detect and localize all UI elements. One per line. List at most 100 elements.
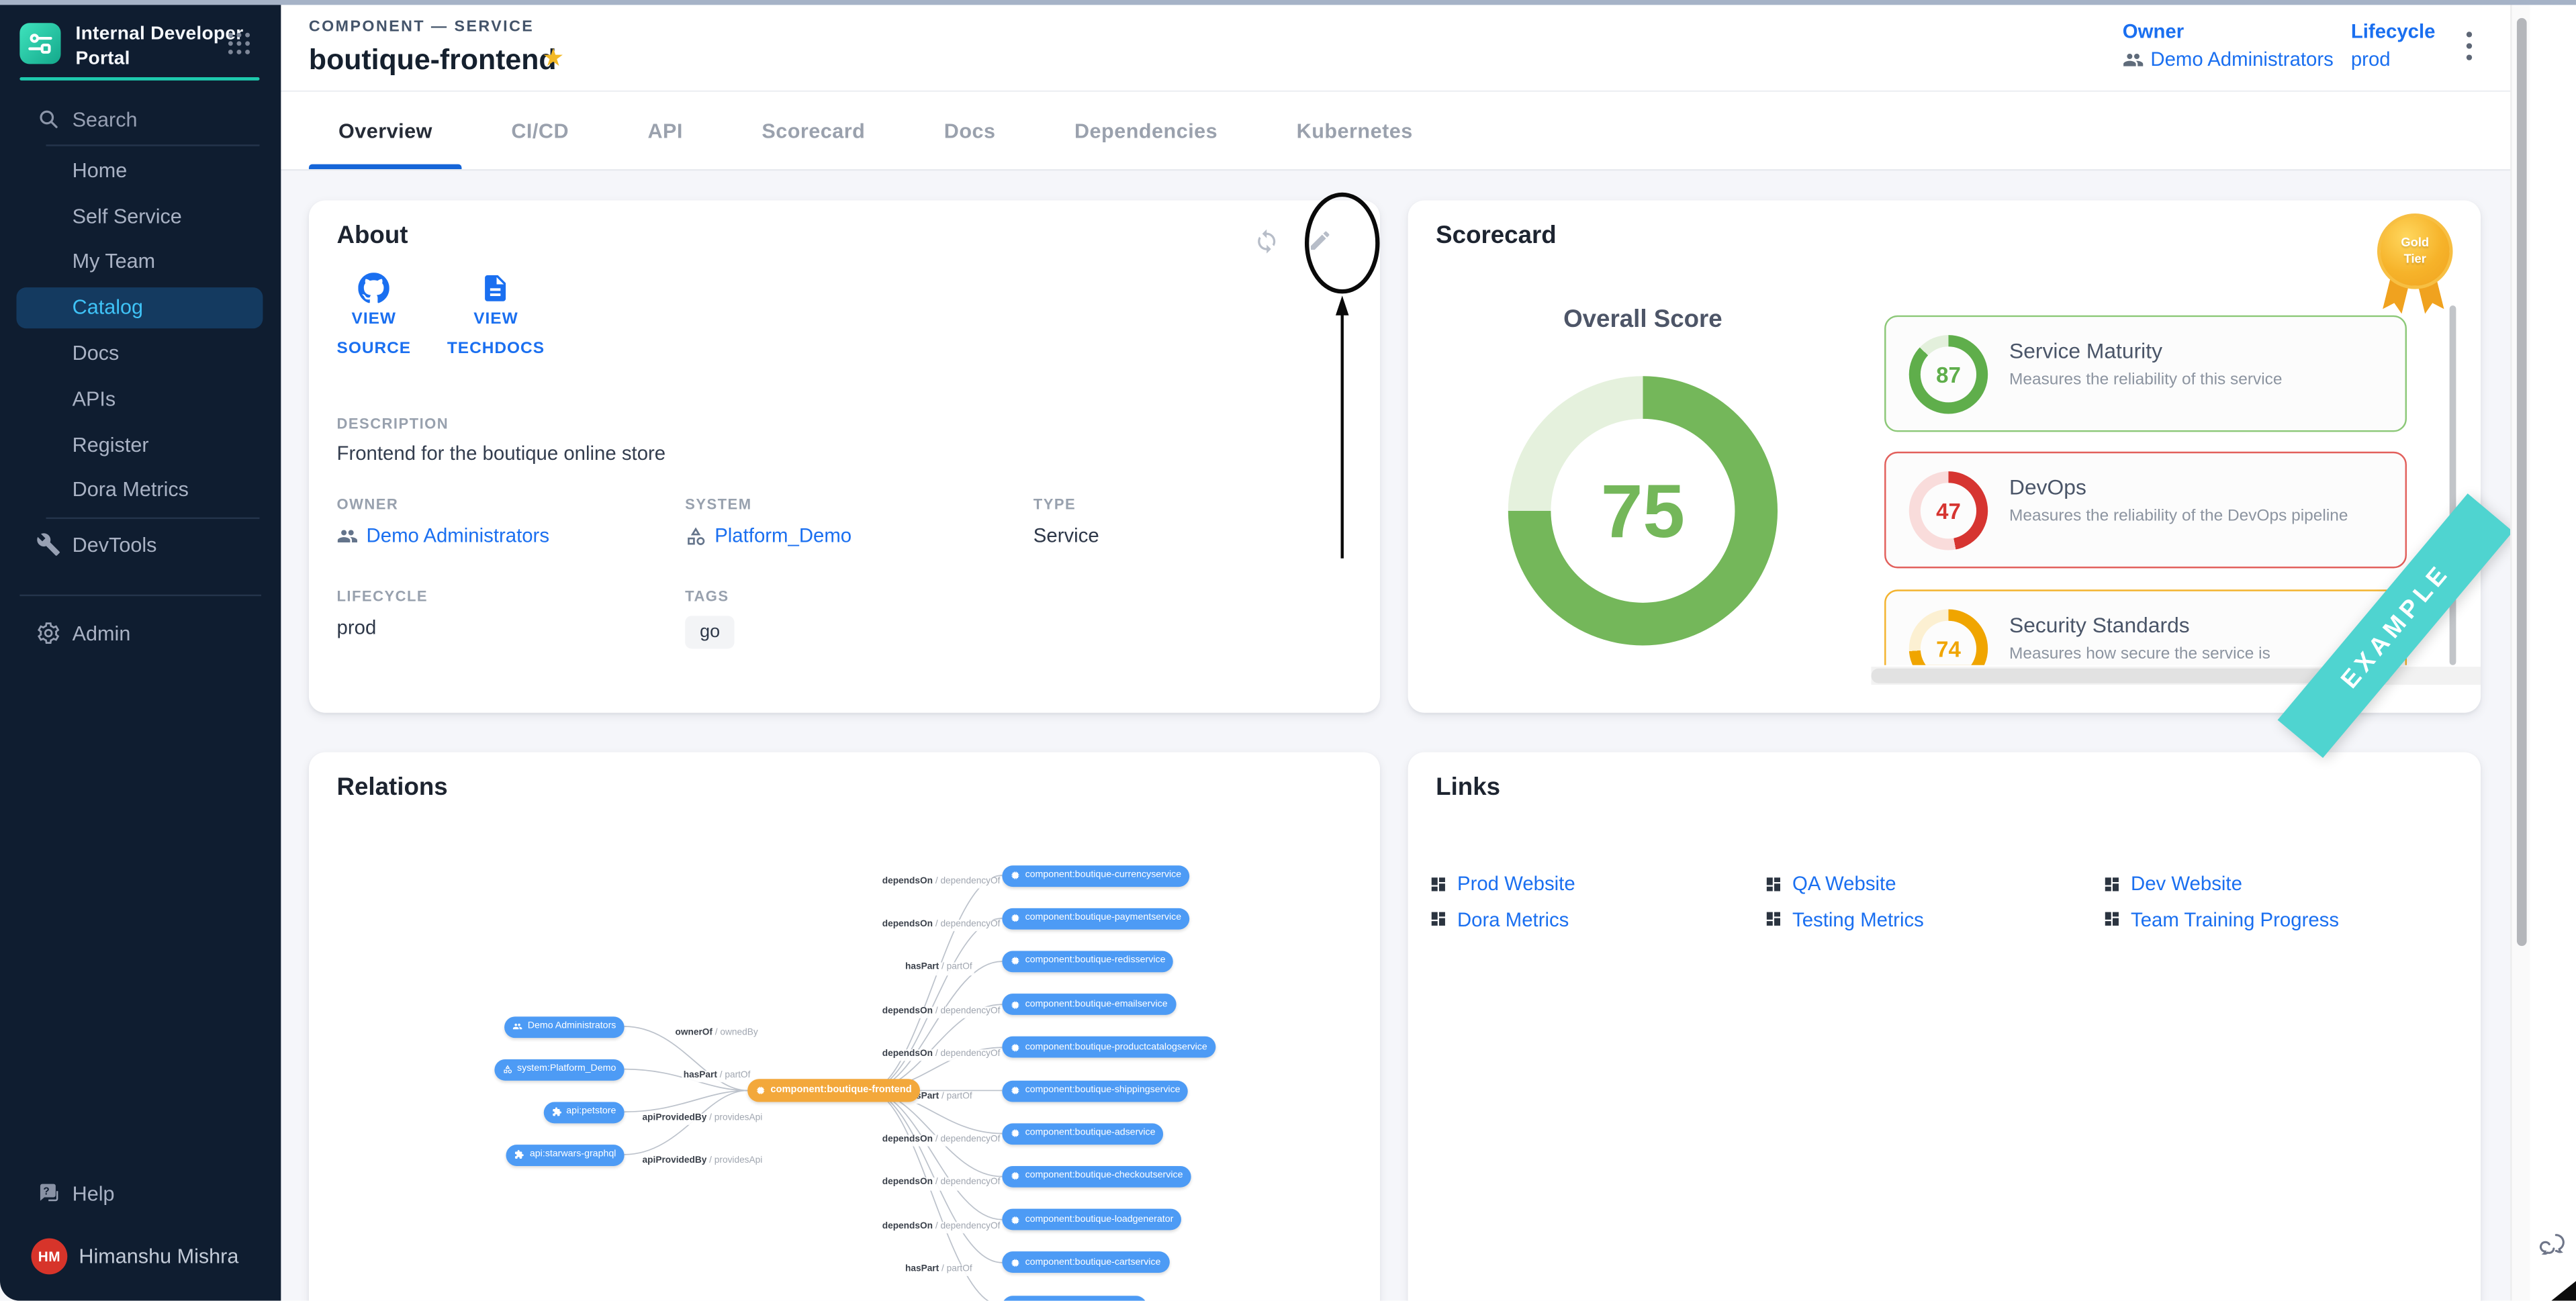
sidebar-item-help[interactable]: ? Help	[0, 1171, 281, 1215]
field-label: SYSTEM	[685, 496, 1033, 512]
description-label: DESCRIPTION	[337, 416, 449, 432]
metric-ring: 87	[1909, 335, 1988, 414]
graph-node-system-platform-demo[interactable]: system:Platform_Demo	[494, 1059, 625, 1080]
graph-node-api-starwars-graphql[interactable]: api:starwars-graphql	[507, 1144, 625, 1165]
graph-node-component-boutique-loadgenerator[interactable]: component:boutique-loadgenerator	[1002, 1209, 1181, 1231]
field-value: prod	[337, 616, 686, 638]
tab-api[interactable]: API	[618, 92, 712, 169]
sidebar-item-dora-metrics[interactable]: Dora Metrics	[0, 467, 281, 513]
tag-chip[interactable]: go	[685, 616, 735, 648]
sidebar-user[interactable]: HM Himanshu Mishra	[0, 1235, 281, 1278]
lifecycle-value: prod	[2351, 48, 2391, 70]
owner-label: Owner	[2123, 19, 2334, 42]
chip-icon	[1011, 871, 1021, 881]
sidebar-item-apis[interactable]: APIs	[0, 376, 281, 422]
sidebar-item-admin[interactable]: Admin	[0, 611, 281, 655]
chip-icon	[1011, 1214, 1021, 1224]
field-value[interactable]: Demo Administrators	[337, 524, 686, 546]
metric-card-security-standards: 74Security StandardsMeasures how secure …	[1884, 589, 2407, 665]
scorecard-title: Scorecard	[1436, 222, 1557, 250]
sidebar-item-my-team[interactable]: My Team	[0, 239, 281, 285]
link-label: Dora Metrics	[1457, 908, 1569, 930]
link-dev-website[interactable]: Dev Website	[2103, 872, 2242, 895]
chip-icon	[1011, 1128, 1021, 1139]
graph-node-component-boutique-productcatalogservice[interactable]: component:boutique-productcatalogservice	[1002, 1037, 1215, 1058]
metric-score: 74	[1909, 610, 1988, 665]
dashboard-icon	[2103, 910, 2121, 928]
kebab-menu-icon[interactable]	[2465, 30, 2487, 62]
graph-node-component-boutique-adservice[interactable]: component:boutique-adservice	[1002, 1123, 1163, 1145]
about-title: About	[337, 222, 408, 250]
screen: Internal Developer Portal Search Home Sel…	[0, 0, 2576, 1301]
graph-node-component-boutique-redisservice[interactable]: component:boutique-redisservice	[1002, 951, 1173, 972]
field-text: Platform_Demo	[715, 524, 852, 546]
edit-pencil-icon[interactable]	[1307, 228, 1334, 254]
owner-link[interactable]: Demo Administrators	[2123, 48, 2334, 70]
about-field-lifecycle: LIFECYCLEprod	[337, 588, 686, 649]
sidebar-item-home[interactable]: Home	[0, 148, 281, 193]
tab-overview[interactable]: Overview	[309, 92, 462, 169]
tab-ci-cd[interactable]: CI/CD	[481, 92, 598, 169]
brand-accent-divider	[19, 77, 259, 81]
scorecard-card: Scorecard GoldTier Overall Score 75 87Se…	[1408, 200, 2481, 712]
description-value: Frontend for the boutique online store	[337, 442, 666, 465]
graph-node-component-boutique-cartservice[interactable]: component:boutique-cartservice	[1002, 1252, 1168, 1273]
graph-node-label: system:Platform_Demo	[517, 1064, 616, 1074]
sidebar-item-devtools[interactable]: DevTools	[0, 522, 281, 567]
links-card: Links Prod WebsiteQA WebsiteDev WebsiteD…	[1408, 752, 2481, 1301]
field-text: Service	[1033, 524, 1099, 546]
relation-edge-label: hasPart / partOf	[904, 1264, 974, 1276]
field-value[interactable]: Platform_Demo	[685, 524, 1033, 546]
quick-link-techdocs[interactable]: VIEWTECHDOCS	[447, 273, 545, 361]
graph-node-api-petstore[interactable]: api:petstore	[543, 1101, 625, 1122]
graph-node-partial[interactable]	[1002, 1295, 1146, 1301]
tab-scorecard[interactable]: Scorecard	[732, 92, 894, 169]
link-team-training-progress[interactable]: Team Training Progress	[2103, 908, 2339, 930]
relation-edge-label: ownerOf / ownedBy	[674, 1028, 760, 1040]
link-prod-website[interactable]: Prod Website	[1429, 872, 1575, 895]
brand-logo[interactable]: Internal Developer Portal	[19, 23, 243, 72]
about-quick-links: VIEWSOURCE VIEWTECHDOCS	[337, 273, 545, 361]
sidebar-item-label: Self Service	[73, 205, 182, 228]
sidebar-item-label: Help	[73, 1182, 115, 1204]
link-testing-metrics[interactable]: Testing Metrics	[1764, 908, 1923, 930]
star-icon[interactable]: ★	[542, 43, 564, 73]
tab-kubernetes[interactable]: Kubernetes	[1267, 92, 1442, 169]
gear-icon	[36, 621, 61, 646]
tab-docs[interactable]: Docs	[915, 92, 1025, 169]
graph-node-component-boutique-currencyservice[interactable]: component:boutique-currencyservice	[1002, 865, 1189, 886]
system-icon	[685, 525, 706, 546]
graph-node-component-boutique-emailservice[interactable]: component:boutique-emailservice	[1002, 994, 1176, 1015]
relation-edge-label: dependsOn / dependencyOf	[880, 1135, 1002, 1147]
metrics-vertical-scrollbar[interactable]	[2450, 305, 2456, 665]
sidebar-search[interactable]: Search	[0, 99, 281, 140]
metric-card-service-maturity: 87Service MaturityMeasures the reliabili…	[1884, 316, 2407, 432]
quick-link-source[interactable]: VIEWSOURCE	[337, 273, 412, 361]
link-dora-metrics[interactable]: Dora Metrics	[1429, 908, 1569, 930]
overall-score-value: 75	[1508, 376, 1778, 645]
link-qa-website[interactable]: QA Website	[1764, 872, 1896, 895]
refresh-icon[interactable]	[1254, 228, 1280, 254]
tab-dependencies[interactable]: Dependencies	[1045, 92, 1247, 169]
sidebar-item-docs[interactable]: Docs	[0, 330, 281, 376]
main-vertical-scrollbar[interactable]	[2510, 5, 2530, 1300]
sidebar-divider	[19, 595, 261, 596]
scrollbar-thumb[interactable]	[2516, 18, 2526, 946]
chat-bubbles-icon[interactable]	[2538, 1230, 2568, 1259]
sidebar-nav: Home Self Service My TeamCatalogDocsAPIsRe…	[0, 148, 281, 513]
graph-node-center-frontend[interactable]: component:boutique-frontend	[747, 1079, 920, 1102]
graph-node-component-boutique-checkoutservice[interactable]: component:boutique-checkoutservice	[1002, 1166, 1191, 1188]
graph-node-component-boutique-paymentservice[interactable]: component:boutique-paymentservice	[1002, 908, 1189, 929]
system-icon	[502, 1064, 512, 1074]
graph-node-label: component:boutique-shippingservice	[1025, 1086, 1181, 1096]
graph-node-component-boutique-shippingservice[interactable]: component:boutique-shippingservice	[1002, 1080, 1188, 1102]
grid-apps-icon[interactable]	[227, 31, 252, 56]
graph-node-demo-administrators[interactable]: Demo Administrators	[505, 1016, 625, 1037]
metric-score: 87	[1909, 335, 1988, 414]
svg-text:?: ?	[43, 1186, 49, 1198]
sidebar-item-self-service[interactable]: Self Service	[0, 193, 281, 239]
sidebar-item-catalog[interactable]: Catalog	[0, 285, 281, 330]
group-icon	[513, 1022, 523, 1032]
metric-card-devops: 47DevOpsMeasures the reliability of the …	[1884, 452, 2407, 569]
sidebar-item-register[interactable]: Register	[0, 422, 281, 467]
